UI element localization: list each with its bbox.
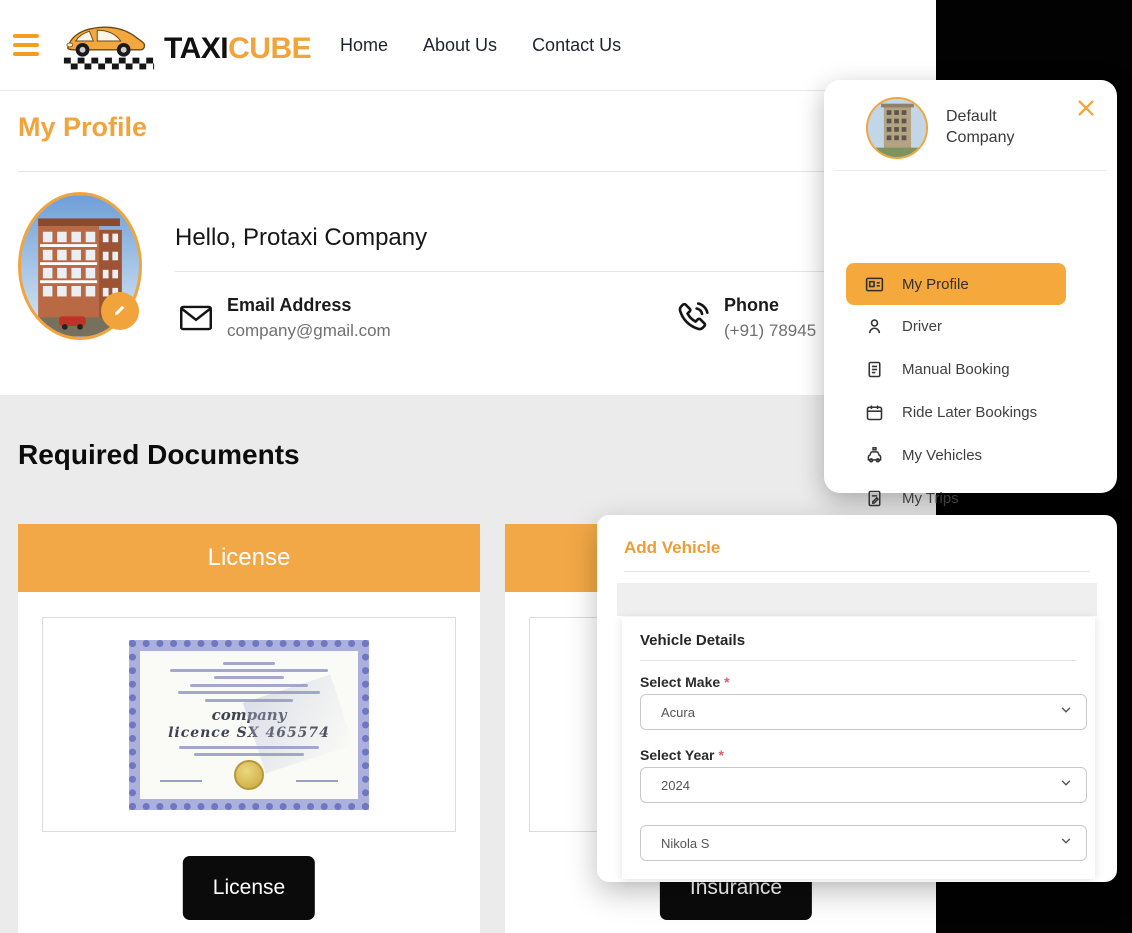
section-title: Required Documents (18, 439, 300, 471)
pencil-icon (111, 301, 129, 322)
select-make-dropdown[interactable]: Acura (640, 694, 1087, 730)
account-menu-panel: Default Company My Profile (824, 80, 1117, 493)
divider (624, 571, 1090, 572)
edit-avatar-button[interactable] (101, 292, 139, 330)
email-label: Email Address (227, 295, 351, 316)
document-icon (864, 359, 885, 380)
phone-value: (+91) 78945 (724, 321, 816, 341)
page-title: My Profile (18, 112, 147, 143)
app-window: TAXICUBE Home About Us Contact Us My Pro… (0, 0, 1132, 933)
person-icon (864, 316, 885, 337)
select-make-label: Select Make* (640, 674, 730, 690)
divider (834, 170, 1107, 171)
menu-item-ride-later-bookings[interactable]: Ride Later Bookings (846, 391, 1095, 434)
brand-logo[interactable]: TAXICUBE (60, 8, 311, 79)
menu-item-my-vehicles[interactable]: My Vehicles (846, 434, 1095, 477)
select-year-label: Select Year* (640, 747, 724, 763)
chevron-down-icon (1059, 776, 1073, 795)
chevron-down-icon (1059, 703, 1073, 722)
redacted-area (1076, 878, 1132, 920)
company-name: Default Company (946, 107, 1050, 149)
license-card-header: License (18, 524, 480, 592)
divider (18, 171, 936, 172)
email-icon (178, 302, 214, 339)
nav-contact-us[interactable]: Contact Us (532, 35, 621, 56)
divider (175, 271, 920, 272)
email-value: company@gmail.com (227, 321, 391, 341)
menu-item-my-trips[interactable]: My Trips (846, 477, 1095, 520)
phone-icon (674, 298, 712, 341)
hamburger-menu-icon[interactable] (13, 34, 39, 56)
menu-item-my-profile[interactable]: My Profile (846, 263, 1066, 305)
select-model-dropdown[interactable]: Nikola S (640, 825, 1087, 861)
vehicle-details-card: Vehicle Details Select Make* Acura Selec… (622, 617, 1095, 879)
menu-item-driver[interactable]: Driver (846, 305, 1095, 348)
phone-label: Phone (724, 295, 779, 316)
id-card-icon (864, 274, 885, 295)
license-upload-button[interactable]: License (183, 856, 315, 920)
add-vehicle-modal: Add Vehicle Vehicle Details Select Make*… (597, 515, 1117, 882)
chevron-down-icon (1059, 834, 1073, 853)
brand-wordmark: TAXICUBE (164, 32, 311, 66)
company-avatar-small (866, 97, 928, 159)
modal-banner (617, 583, 1097, 616)
document-edit-icon (864, 488, 885, 509)
nav-home[interactable]: Home (340, 35, 388, 56)
certificate-seal (234, 760, 264, 790)
divider (640, 660, 1077, 661)
license-certificate-image: company licence SX 465574 (129, 640, 369, 810)
taxi-car-logo-icon (60, 8, 158, 79)
greeting-text: Hello, Protaxi Company (175, 224, 427, 252)
main-nav: Home About Us Contact Us (340, 0, 621, 90)
calendar-icon (864, 402, 885, 423)
menu-item-manual-booking[interactable]: Manual Booking (846, 348, 1095, 391)
close-icon[interactable] (1073, 96, 1099, 122)
select-year-dropdown[interactable]: 2024 (640, 767, 1087, 803)
license-document-frame: company licence SX 465574 (42, 617, 456, 832)
required-asterisk: * (718, 747, 723, 763)
required-asterisk: * (724, 674, 729, 690)
taxi-icon (864, 445, 885, 466)
nav-about-us[interactable]: About Us (423, 35, 497, 56)
modal-title: Add Vehicle (624, 538, 720, 558)
vehicle-details-heading: Vehicle Details (640, 632, 745, 649)
license-card: License company licence SX 465574 (18, 524, 480, 933)
